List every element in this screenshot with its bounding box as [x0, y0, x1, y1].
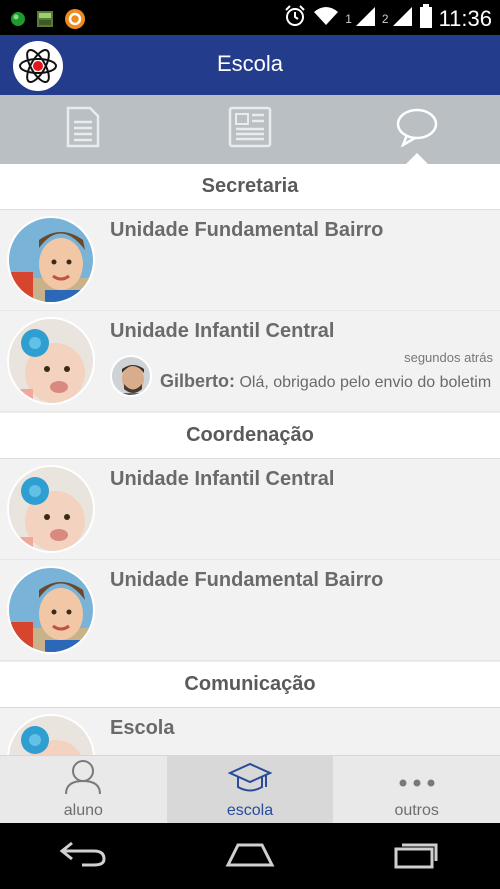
section-header: Coordenação — [0, 412, 500, 459]
status-bar: 1 2 11:36 — [0, 0, 500, 35]
notification-green-dot-icon — [10, 11, 26, 32]
recent-apps-icon[interactable] — [392, 839, 442, 874]
message-timestamp: segundos atrás — [404, 350, 493, 365]
conversation-row[interactable]: Unidade Fundamental Bairro — [0, 210, 500, 311]
message-preview: Gilberto: Olá, obrigado pelo envio do bo… — [160, 371, 498, 392]
system-navigation-bar — [0, 823, 500, 889]
baby-avatar — [7, 317, 95, 405]
signal-icon — [354, 5, 376, 32]
person-icon — [63, 759, 103, 800]
conversation-title: Unidade Fundamental Bairro — [110, 569, 384, 591]
nav-aluno[interactable]: aluno — [0, 756, 167, 824]
sim1-label: 1 — [345, 11, 352, 26]
signal-icon — [391, 5, 413, 32]
conversation-title: Unidade Fundamental Bairro — [110, 219, 384, 241]
nav-label: aluno — [63, 802, 103, 819]
chat-bubble-icon — [395, 107, 439, 152]
document-icon — [66, 106, 100, 153]
conversation-title: Escola — [110, 717, 175, 739]
home-icon[interactable] — [224, 839, 276, 874]
nav-label: outros — [394, 802, 439, 819]
conversation-title: Unidade Infantil Central — [110, 320, 335, 342]
tab-chat[interactable] — [333, 95, 500, 164]
wifi-icon — [313, 5, 339, 32]
tab-documents[interactable] — [0, 95, 167, 164]
sim2-label: 2 — [381, 11, 389, 26]
page-title: Escola — [216, 51, 284, 76]
child-avatar — [7, 216, 95, 304]
graduation-cap-icon — [227, 761, 273, 800]
alarm-icon — [283, 4, 307, 33]
sender-avatar — [110, 355, 152, 397]
baby-avatar — [7, 465, 95, 553]
app-notification-icon — [64, 8, 86, 35]
conversation-row[interactable]: Unidade Infantil Central — [0, 459, 500, 560]
section-header: Comunicação — [0, 661, 500, 708]
nav-label: escola — [226, 802, 274, 819]
section-header: Secretaria — [0, 164, 500, 210]
newspaper-icon — [228, 106, 272, 153]
app-bar: Escola — [0, 35, 500, 95]
conversation-row[interactable]: Unidade Fundamental Bairro — [0, 560, 500, 661]
more-dots-icon — [395, 765, 439, 800]
conversation-list[interactable]: Secretaria Unidade Fundamental Bairro Un… — [0, 164, 500, 755]
bottom-navigation: aluno escola outros — [0, 755, 500, 824]
clock: 11:36 — [438, 5, 492, 31]
baby-avatar — [7, 714, 95, 755]
back-icon[interactable] — [58, 839, 108, 874]
sd-card-icon — [36, 10, 54, 33]
conversation-row[interactable]: Unidade Infantil Central segundos atrás … — [0, 311, 500, 412]
child-avatar — [7, 566, 95, 654]
message-sender: Gilberto: — [160, 371, 235, 391]
conversation-title: Unidade Infantil Central — [110, 468, 335, 490]
nav-escola[interactable]: escola — [166, 756, 334, 824]
message-text: Olá, obrigado pelo envio do boletim — [239, 374, 492, 391]
battery-icon — [419, 4, 433, 33]
tab-news[interactable] — [167, 95, 334, 164]
conversation-row[interactable]: Escola — [0, 708, 500, 755]
nav-outros[interactable]: outros — [333, 756, 500, 824]
tab-bar — [0, 95, 500, 164]
